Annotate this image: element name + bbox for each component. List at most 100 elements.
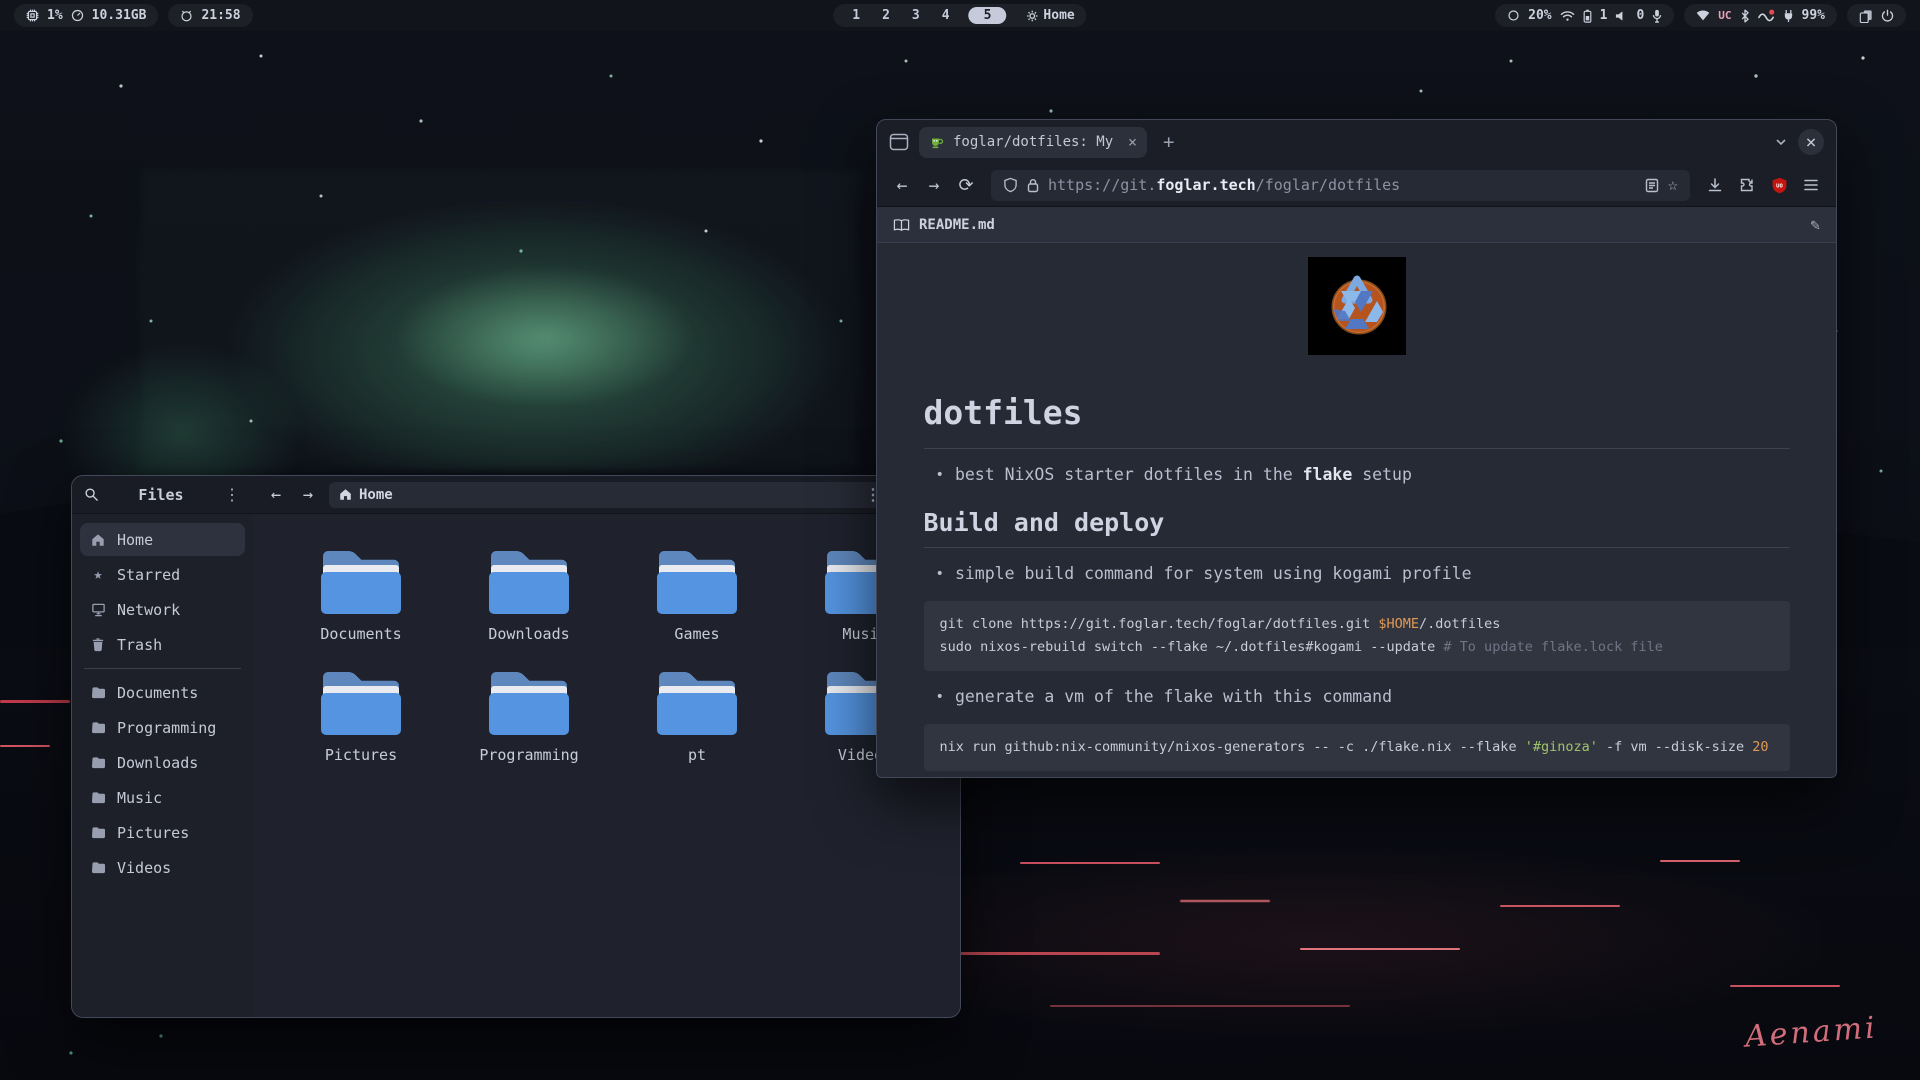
folder-icon (90, 756, 106, 769)
browser-back-button[interactable]: ← (887, 175, 917, 196)
uc-tray-icon[interactable]: UC (1718, 9, 1731, 22)
desktop: Aenami 1% 10.31GB 21:58 1 2 3 (0, 0, 1920, 1080)
folder-label: Pictures (325, 746, 397, 764)
sidebar-item-documents[interactable]: Documents (80, 676, 245, 709)
sidebar-label: Pictures (117, 824, 189, 842)
firefox-view-icon[interactable] (889, 133, 909, 151)
trash-icon (90, 637, 106, 652)
breadcrumb[interactable]: Home ⋮ (329, 482, 892, 508)
tab-title: foglar/dotfiles: My (953, 134, 1120, 150)
window-close-button[interactable]: × (1798, 129, 1824, 155)
new-tab-button[interactable]: + (1157, 131, 1180, 153)
files-grid: Documents Downloads Games Music (253, 514, 960, 1017)
folder-programming[interactable]: Programming (445, 663, 613, 764)
system-tray-pill: UC 99% (1684, 4, 1837, 27)
aurora-core (330, 235, 760, 405)
folder-games[interactable]: Games (613, 542, 781, 643)
brightness-value: 20% (1528, 8, 1551, 23)
folder-downloads[interactable]: Downloads (445, 542, 613, 643)
code-text: -f vm --disk-size (1598, 739, 1752, 755)
url-text: https://git.foglar.tech/foglar/dotfiles (1048, 176, 1400, 194)
code-variable: $HOME (1378, 616, 1419, 632)
reload-button[interactable]: ⟳ (951, 175, 981, 196)
folder-pictures[interactable]: Pictures (277, 663, 445, 764)
folder-icon (90, 721, 106, 734)
readme-bullet-3: • generate a vm of the flake with this c… (936, 687, 1790, 706)
brightness-icon[interactable] (1507, 9, 1520, 22)
workspace-1[interactable]: 1 (845, 8, 867, 23)
folder-pt[interactable]: pt (613, 663, 781, 764)
browser-forward-button[interactable]: → (919, 175, 949, 196)
microphone-icon[interactable] (1652, 9, 1662, 23)
sidebar-item-home[interactable]: Home (80, 523, 245, 556)
tab-close-icon[interactable]: × (1128, 133, 1137, 151)
app-title: Files (99, 486, 223, 504)
forward-button[interactable]: → (297, 485, 319, 505)
workspace-5-active[interactable]: 5 (969, 7, 1007, 24)
nixos-logo-image (1308, 257, 1406, 355)
battery-device-count: 1 (1600, 8, 1608, 23)
sidebar-divider (84, 668, 241, 669)
sidebar-item-programming[interactable]: Programming (80, 711, 245, 744)
search-icon[interactable] (84, 487, 99, 502)
volume-value: 0 (1636, 8, 1644, 23)
power-plug-icon (1783, 9, 1794, 23)
ublock-badge-text: UO (1776, 183, 1783, 189)
back-button[interactable]: ← (265, 485, 287, 505)
folder-large-icon (651, 542, 743, 620)
sidebar-label: Trash (117, 636, 162, 654)
ublock-origin-icon[interactable]: UO (1764, 177, 1794, 194)
sidebar-item-pictures[interactable]: Pictures (80, 816, 245, 849)
url-bar[interactable]: https://git.foglar.tech/foglar/dotfiles … (991, 170, 1690, 201)
speaker-icon[interactable] (1615, 10, 1628, 22)
mode-label: Home (1043, 8, 1074, 23)
workspace-3[interactable]: 3 (905, 8, 927, 23)
bullet-dot: • (936, 465, 944, 484)
sidebar-item-starred[interactable]: ★ Starred (80, 558, 245, 591)
tab-foglar-dotfiles[interactable]: foglar/dotfiles: My × (919, 127, 1147, 158)
folder-label: Downloads (488, 625, 569, 643)
lock-icon[interactable] (1027, 178, 1039, 193)
bullet-text: best NixOS starter dotfiles in the (955, 465, 1303, 484)
reader-mode-icon[interactable] (1645, 178, 1659, 193)
tracking-shield-icon[interactable] (1003, 177, 1018, 193)
bluetooth-icon[interactable] (1740, 9, 1750, 23)
edit-pencil-icon[interactable]: ✎ (1810, 215, 1820, 234)
workspace-4[interactable]: 4 (935, 8, 957, 23)
readme-title: dotfiles (924, 393, 1790, 449)
clipboard-icon[interactable] (1859, 9, 1873, 23)
memory-usage: 10.31GB (92, 8, 147, 23)
folder-large-icon (483, 542, 575, 620)
sidebar-item-network[interactable]: Network (80, 593, 245, 626)
sidebar-menu-icon[interactable]: ⋮ (223, 485, 241, 504)
tab-list-chevron-icon[interactable] (1774, 135, 1788, 149)
workspace-2[interactable]: 2 (875, 8, 897, 23)
bullet-dot: • (936, 564, 944, 583)
folder-icon (90, 791, 106, 804)
network-tray-icon[interactable] (1696, 10, 1710, 21)
readme-section-heading: Build and deploy (924, 508, 1790, 548)
power-icon[interactable] (1881, 9, 1894, 22)
hamburger-menu-icon[interactable] (1796, 178, 1826, 192)
sidebar-item-videos[interactable]: Videos (80, 851, 245, 884)
wave-tray-icon[interactable] (1758, 9, 1775, 22)
folder-icon (90, 686, 106, 699)
memory-gauge-icon (71, 9, 84, 22)
bookmark-star-icon[interactable]: ☆ (1668, 177, 1678, 194)
code-comment: # To update flake.lock file (1443, 639, 1662, 655)
sidebar-item-trash[interactable]: Trash (80, 628, 245, 661)
folder-documents[interactable]: Documents (277, 542, 445, 643)
sidebar-item-downloads[interactable]: Downloads (80, 746, 245, 779)
sidebar-item-music[interactable]: Music (80, 781, 245, 814)
folder-large-icon (315, 663, 407, 741)
code-string: '#ginoza' (1525, 739, 1598, 755)
mode-indicator[interactable]: Home (1026, 8, 1074, 23)
folder-large-icon (315, 542, 407, 620)
wifi-icon[interactable] (1560, 10, 1575, 22)
clock: 21:58 (201, 8, 240, 23)
folder-label: Documents (320, 625, 401, 643)
sidebar-label: Downloads (117, 754, 198, 772)
folder-large-icon (651, 663, 743, 741)
extensions-puzzle-icon[interactable] (1732, 177, 1762, 193)
downloads-icon[interactable] (1700, 177, 1730, 193)
